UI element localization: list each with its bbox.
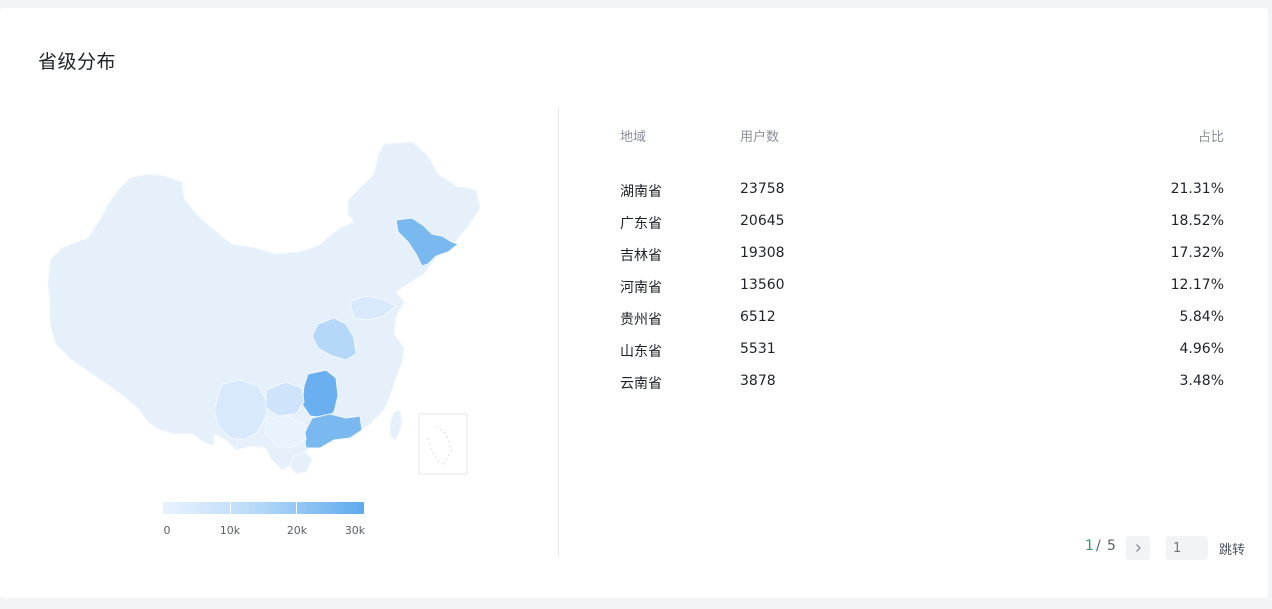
legend-color-bar[interactable] <box>163 502 364 514</box>
users-cell: 19308 <box>740 245 785 261</box>
table-row: 广东省 20645 18.52% <box>620 213 1224 245</box>
map-base-taiwan[interactable] <box>389 409 403 441</box>
page-jump-input[interactable] <box>1166 536 1208 560</box>
region-cell: 河南省 <box>620 280 662 296</box>
ratio-cell: 5.84% <box>1179 309 1224 325</box>
current-page: 1 <box>1085 538 1094 554</box>
south-china-sea-inset <box>418 413 468 475</box>
legend-tick: 0 <box>163 524 171 537</box>
region-cell: 湖南省 <box>620 184 662 200</box>
header-ratio: 占比 <box>1197 130 1224 145</box>
legend-separator <box>230 502 231 514</box>
next-page-button[interactable] <box>1126 536 1150 560</box>
legend-separator <box>296 502 297 514</box>
ratio-cell: 17.32% <box>1170 245 1224 261</box>
total-pages: 5 <box>1107 538 1116 554</box>
table-row: 贵州省 6512 5.84% <box>620 309 1224 341</box>
users-cell: 23758 <box>740 181 785 197</box>
region-cell: 广东省 <box>620 216 662 232</box>
region-cell: 云南省 <box>620 376 662 392</box>
table-row: 吉林省 19308 17.32% <box>620 245 1224 277</box>
legend-tick: 20k <box>286 524 308 537</box>
visual-map-legend[interactable]: 0 10k 20k 30k <box>163 502 366 542</box>
legend-tick: 10k <box>219 524 241 537</box>
ratio-cell: 4.96% <box>1179 341 1224 357</box>
region-cell: 贵州省 <box>620 312 662 328</box>
users-cell: 6512 <box>740 309 776 325</box>
chevron-right-icon <box>1136 544 1141 552</box>
province-distribution-card: 省级分布 0 10k 20k 30k 地域 用户数 占比 湖南省 23758 2… <box>0 8 1268 598</box>
jump-button[interactable]: 跳转 <box>1219 539 1245 558</box>
table-row: 云南省 3878 3.48% <box>620 373 1224 405</box>
table-row: 湖南省 23758 21.31% <box>620 181 1224 213</box>
header-users: 用户数 <box>740 130 780 145</box>
region-cell: 吉林省 <box>620 248 662 264</box>
region-cell: 山东省 <box>620 344 662 360</box>
ratio-cell: 12.17% <box>1170 277 1224 293</box>
table-row: 山东省 5531 4.96% <box>620 341 1224 373</box>
vertical-divider <box>558 108 559 557</box>
header-region: 地域 <box>620 130 647 145</box>
ratio-cell: 21.31% <box>1170 181 1224 197</box>
page-separator: / <box>1096 538 1101 554</box>
ratio-cell: 3.48% <box>1179 373 1224 389</box>
china-choropleth-map[interactable] <box>44 134 484 479</box>
users-cell: 20645 <box>740 213 785 229</box>
card-title: 省级分布 <box>38 51 117 73</box>
ratio-cell: 18.52% <box>1170 213 1224 229</box>
users-cell: 13560 <box>740 277 785 293</box>
province-hunan[interactable] <box>301 369 339 419</box>
users-cell: 5531 <box>740 341 776 357</box>
table-row: 河南省 13560 12.17% <box>620 277 1224 309</box>
legend-tick: 30k <box>344 524 366 537</box>
users-cell: 3878 <box>740 373 776 389</box>
province-guangdong[interactable] <box>303 413 363 449</box>
